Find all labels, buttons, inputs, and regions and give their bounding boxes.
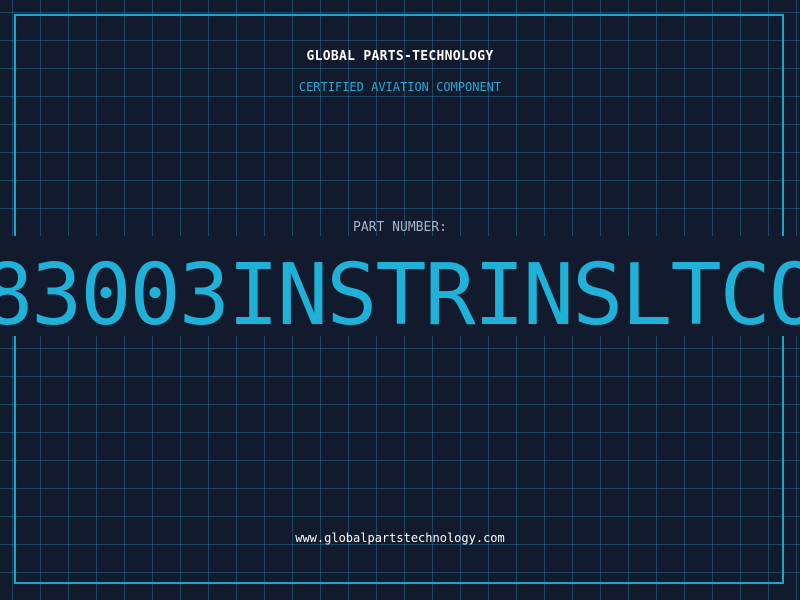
part-number-label: PART NUMBER: — [353, 220, 447, 235]
certification-tagline: CERTIFIED AVIATION COMPONENT — [298, 80, 502, 94]
certificate-page: GLOBAL PARTS-TECHNOLOGY CERTIFIED AVIATI… — [0, 0, 800, 600]
company-name: GLOBAL PARTS-TECHNOLOGY — [306, 49, 494, 64]
part-number-band: 8883003INSTRINSLTCONN — [0, 236, 800, 336]
part-number-value: 8883003INSTRINSLTCONN — [0, 246, 800, 336]
website-url: www.globalpartstechnology.com — [295, 531, 505, 545]
